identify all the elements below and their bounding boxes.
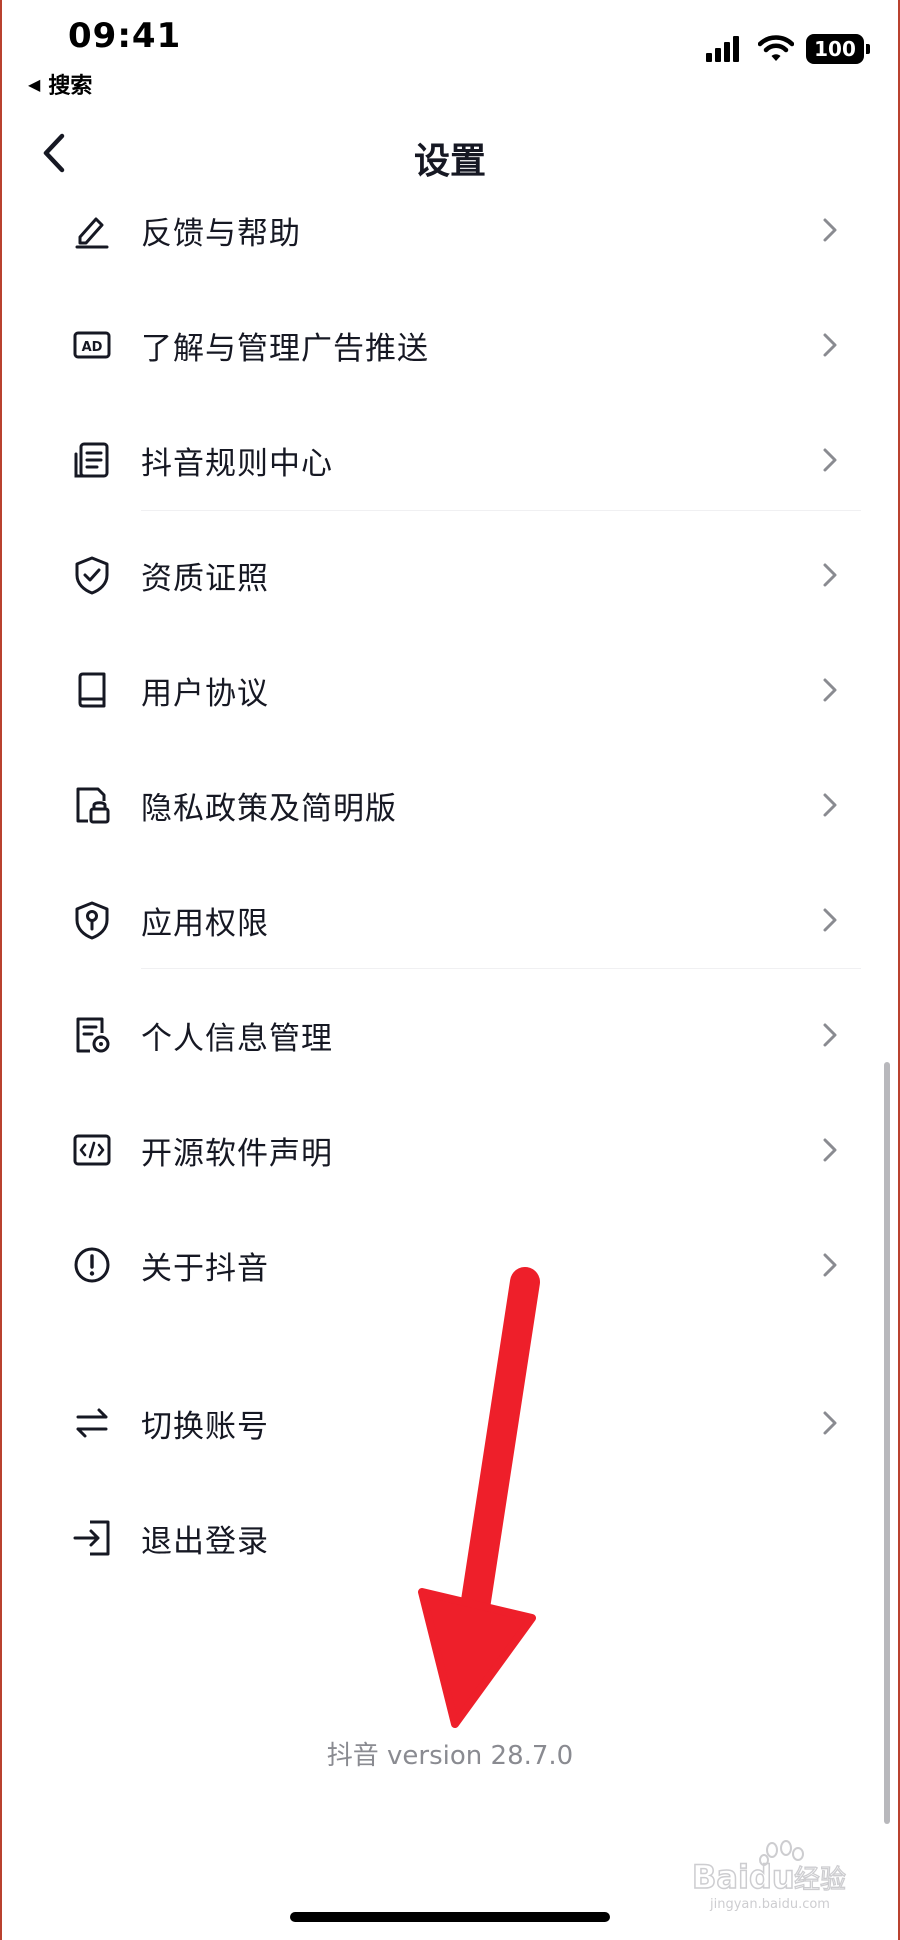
back-triangle-icon: ◀ xyxy=(28,74,41,94)
settings-item-label: 应用权限 xyxy=(141,905,269,942)
settings-item-open-source[interactable]: 开源软件声明 xyxy=(0,1093,900,1207)
chevron-right-icon xyxy=(823,563,837,587)
settings-item-label: 切换账号 xyxy=(141,1408,269,1445)
group-divider xyxy=(141,968,861,969)
code-icon xyxy=(70,1128,114,1172)
settings-item-about[interactable]: 关于抖音 xyxy=(0,1208,900,1322)
settings-item-switch-account[interactable]: 切换账号 xyxy=(0,1366,900,1480)
ad-icon: AD xyxy=(70,323,114,367)
document-gear-icon xyxy=(70,1013,114,1057)
settings-item-label: 了解与管理广告推送 xyxy=(141,330,429,367)
chevron-right-icon xyxy=(823,218,837,242)
baidu-watermark-logo: Baidu 经验 jingyan.baidu.com xyxy=(691,1840,847,1912)
chevron-right-icon xyxy=(823,1138,837,1162)
settings-item-label: 隐私政策及简明版 xyxy=(141,790,397,827)
svg-text:jingyan.baidu.com: jingyan.baidu.com xyxy=(709,1897,830,1912)
status-bar: 09:41 ◀ 搜索 100 xyxy=(0,0,900,110)
settings-item-rules-center[interactable]: 抖音规则中心 xyxy=(0,403,900,517)
chevron-right-icon xyxy=(823,333,837,357)
settings-item-qualifications[interactable]: 资质证照 xyxy=(0,518,900,632)
shield-check-icon xyxy=(70,553,114,597)
settings-item-label: 开源软件声明 xyxy=(141,1135,333,1172)
chevron-right-icon xyxy=(823,1253,837,1277)
settings-item-label: 抖音规则中心 xyxy=(141,445,333,482)
back-to-app-label: 搜索 xyxy=(48,74,93,99)
status-icons: 100 xyxy=(706,34,870,64)
settings-item-feedback-help[interactable]: 反馈与帮助 xyxy=(0,173,900,287)
settings-item-app-permissions[interactable]: 应用权限 xyxy=(0,863,900,977)
battery-level: 100 xyxy=(814,37,856,61)
svg-text:经验: 经验 xyxy=(794,1865,846,1895)
chevron-right-icon xyxy=(823,1411,837,1435)
home-indicator xyxy=(290,1912,610,1922)
logout-icon xyxy=(70,1516,114,1560)
settings-item-label: 用户协议 xyxy=(141,675,269,712)
chevron-right-icon xyxy=(823,908,837,932)
battery-icon: 100 xyxy=(806,34,870,64)
settings-item-ad-management[interactable]: AD 了解与管理广告推送 xyxy=(0,288,900,402)
group-divider xyxy=(141,510,861,511)
settings-item-label: 退出登录 xyxy=(141,1523,269,1560)
scrollbar[interactable] xyxy=(884,1062,890,1824)
info-circle-icon xyxy=(70,1243,114,1287)
back-to-app-button[interactable]: ◀ 搜索 xyxy=(28,68,92,100)
wifi-icon xyxy=(758,35,794,61)
signal-icon xyxy=(706,36,742,62)
settings-item-label: 关于抖音 xyxy=(141,1250,269,1287)
settings-item-label: 资质证照 xyxy=(141,560,269,597)
chevron-right-icon xyxy=(823,448,837,472)
status-time: 09:41 xyxy=(68,16,182,56)
svg-text:Baidu: Baidu xyxy=(692,1858,795,1896)
settings-item-user-agreement[interactable]: 用户协议 xyxy=(0,633,900,747)
document-lock-icon xyxy=(70,783,114,827)
edit-pen-icon xyxy=(70,208,114,252)
settings-item-label: 个人信息管理 xyxy=(141,1020,333,1057)
chevron-right-icon xyxy=(823,678,837,702)
settings-item-privacy-policy[interactable]: 隐私政策及简明版 xyxy=(0,748,900,862)
chevron-right-icon xyxy=(823,1023,837,1047)
settings-item-personal-info[interactable]: 个人信息管理 xyxy=(0,978,900,1092)
settings-item-label: 反馈与帮助 xyxy=(141,215,301,252)
logout-button[interactable]: 退出登录 xyxy=(0,1481,900,1595)
svg-text:AD: AD xyxy=(82,340,103,355)
version-label: 抖音 version 28.7.0 xyxy=(326,1741,574,1771)
switch-arrows-icon xyxy=(70,1401,114,1445)
document-list-icon xyxy=(70,438,114,482)
book-icon xyxy=(70,668,114,712)
shield-key-icon xyxy=(70,898,114,942)
chevron-right-icon xyxy=(823,793,837,817)
